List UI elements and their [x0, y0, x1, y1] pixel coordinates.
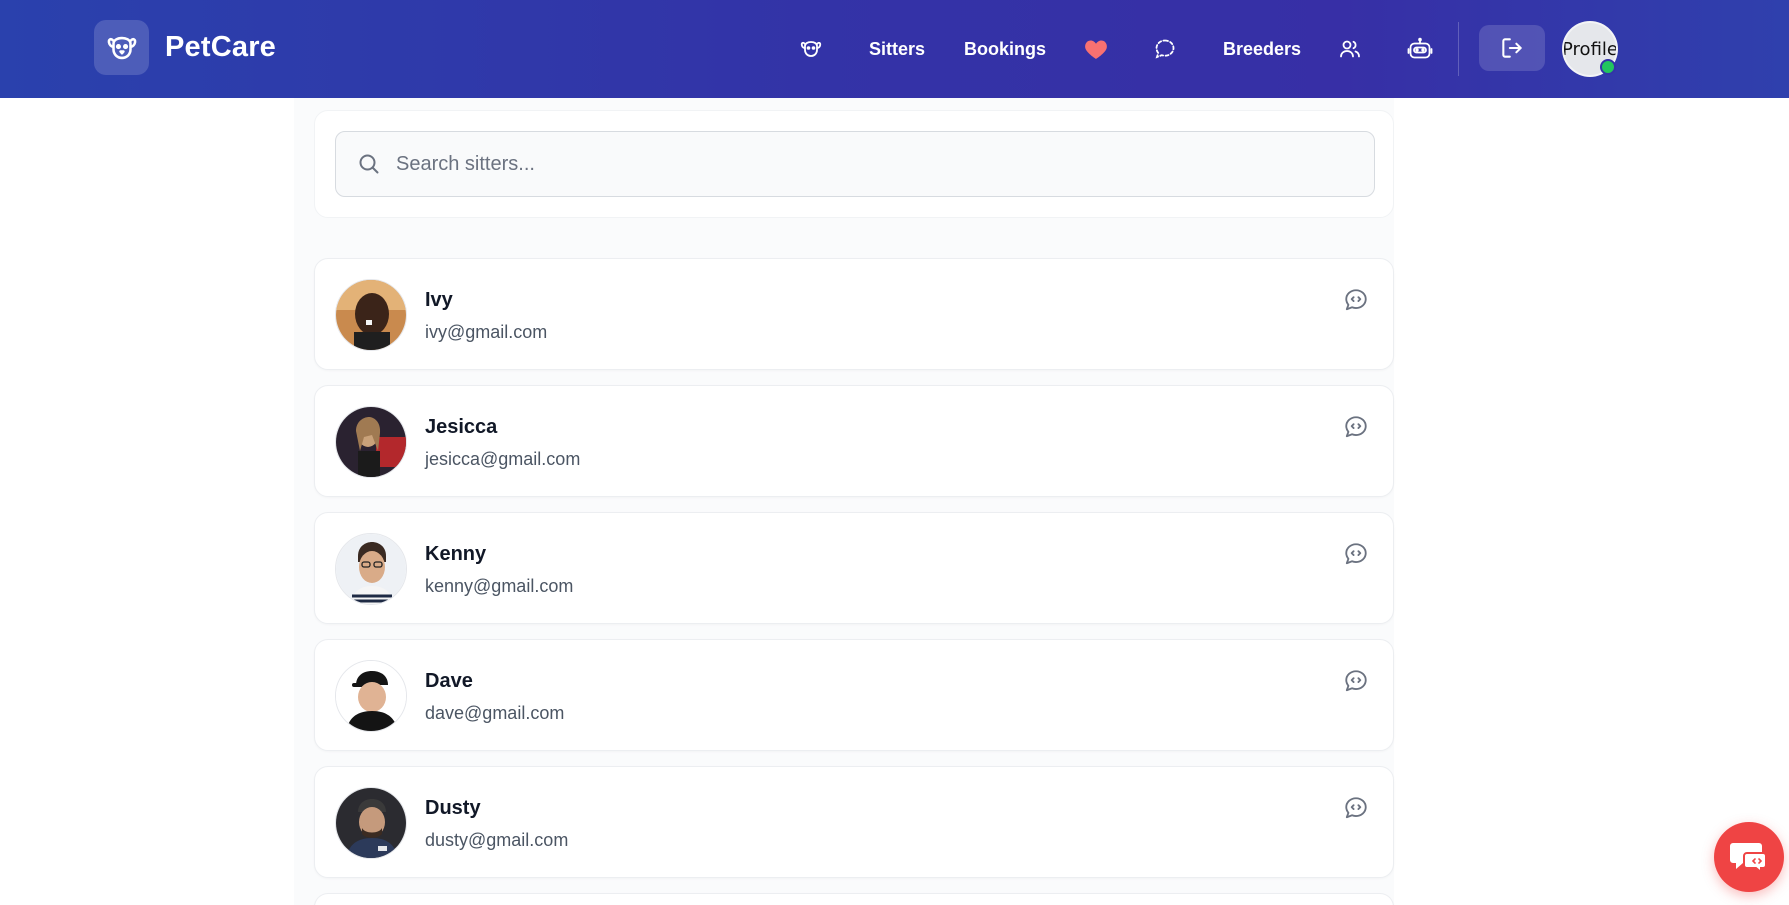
sitter-avatar: [335, 406, 407, 478]
chat-support-icon: [1730, 843, 1767, 875]
sitter-name: Jesicca: [425, 416, 498, 438]
chat-bubble-icon: [1345, 797, 1367, 819]
nav-ai-assistant-button[interactable]: [1399, 28, 1441, 70]
logout-button[interactable]: [1479, 25, 1545, 71]
sitter-name: Kenny: [425, 543, 487, 565]
users-icon: [1340, 40, 1360, 58]
chat-bubble-icon: [1345, 289, 1367, 311]
sitter-card-partial: [314, 893, 1394, 905]
message-sitter-button[interactable]: [1341, 285, 1371, 315]
nav-messages-button[interactable]: [1144, 28, 1186, 70]
robot-icon: [1407, 37, 1433, 59]
profile-avatar-button[interactable]: Profile: [1562, 21, 1618, 77]
chat-bubble-icon: [1345, 670, 1367, 692]
search-icon: [356, 151, 382, 177]
sitter-card[interactable]: Dave dave@gmail.com: [314, 639, 1394, 751]
top-navbar: PetCare Sitters Bookings Breeders Profil…: [0, 0, 1789, 98]
message-sitter-button[interactable]: [1341, 793, 1371, 823]
chat-bubble-icon: [1345, 416, 1367, 438]
sitter-name: Dusty: [425, 797, 481, 819]
sitter-avatar: [335, 533, 407, 605]
search-box[interactable]: [335, 131, 1375, 197]
heart-icon: [1085, 40, 1107, 59]
message-sitter-button[interactable]: [1341, 666, 1371, 696]
sitter-avatar: [335, 279, 407, 351]
sitter-email: jesicca@gmail.com: [425, 449, 581, 469]
main-nav: Sitters Bookings Breeders Profile: [0, 0, 1789, 98]
message-sitter-button[interactable]: [1341, 539, 1371, 569]
nav-users-button[interactable]: [1329, 28, 1371, 70]
sitter-email: kenny@gmail.com: [425, 576, 574, 596]
chat-bubble-icon: [1345, 543, 1367, 565]
pet-face-icon: [800, 41, 822, 57]
chat-bubble-dashed-icon: [1155, 39, 1175, 59]
sitter-card[interactable]: Kenny kenny@gmail.com: [314, 512, 1394, 624]
sitter-avatar: [335, 787, 407, 859]
floating-chat-button[interactable]: [1714, 822, 1784, 892]
sitter-name: Ivy: [425, 289, 453, 311]
sitter-name: Dave: [425, 670, 473, 692]
search-card: [314, 110, 1394, 218]
sitter-email: dusty@gmail.com: [425, 830, 569, 850]
nav-link-breeders[interactable]: Breeders: [1223, 28, 1301, 70]
nav-pets-icon-button[interactable]: [790, 28, 832, 70]
logout-icon: [1502, 38, 1522, 58]
message-sitter-button[interactable]: [1341, 412, 1371, 442]
sitter-card[interactable]: Jesicca jesicca@gmail.com: [314, 385, 1394, 497]
sitter-email: dave@gmail.com: [425, 703, 565, 723]
sitter-card[interactable]: Dusty dusty@gmail.com: [314, 766, 1394, 878]
nav-link-sitters[interactable]: Sitters: [869, 28, 925, 70]
nav-link-bookings[interactable]: Bookings: [964, 28, 1046, 70]
nav-favorites-button[interactable]: [1075, 28, 1117, 70]
sitter-avatar: [335, 660, 407, 732]
sitter-email: ivy@gmail.com: [425, 322, 548, 342]
online-status-dot: [1600, 59, 1616, 75]
nav-divider: [1458, 22, 1459, 76]
sitter-card[interactable]: Ivy ivy@gmail.com: [314, 258, 1394, 370]
search-input[interactable]: [396, 132, 1374, 196]
profile-avatar-alt-text: Profile: [1562, 38, 1618, 60]
